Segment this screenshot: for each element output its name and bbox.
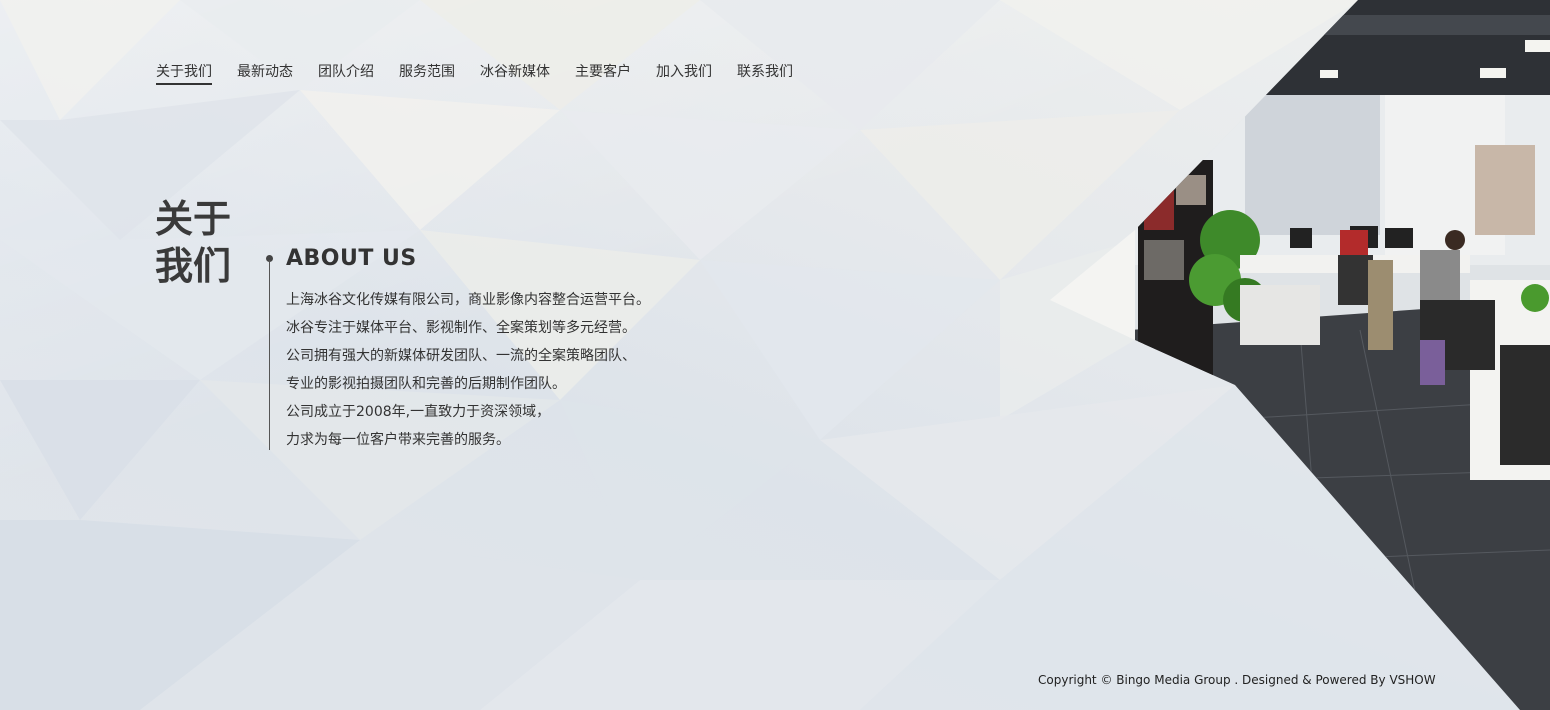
about-line: 公司拥有强大的新媒体研发团队、一流的全案策略团队、 — [286, 348, 636, 364]
page-title-line-1: 关于 — [155, 197, 232, 241]
about-line: 冰谷专注于媒体平台、影视制作、全案策划等多元经营。 — [286, 320, 636, 336]
nav-item-services[interactable]: 服务范围 — [399, 63, 455, 85]
nav-item-join[interactable]: 加入我们 — [656, 63, 712, 85]
about-description: 上海冰谷文化传媒有限公司，商业影像内容整合运营平台。 冰谷专注于媒体平台、影视制… — [286, 286, 650, 454]
main-nav: 关于我们 最新动态 团队介绍 服务范围 冰谷新媒体 主要客户 加入我们 联系我们 — [156, 63, 818, 85]
nav-item-contact[interactable]: 联系我们 — [737, 63, 793, 85]
page-title-line-2: 我们 — [155, 244, 232, 288]
nav-item-about[interactable]: 关于我们 — [156, 63, 212, 85]
footer-copyright: Copyright © Bingo Media Group . Designed… — [1038, 673, 1436, 687]
page-title: 关于 我们 — [155, 196, 255, 290]
about-line: 力求为每一位客户带来完善的服务。 — [286, 432, 510, 448]
about-line: 公司成立于2008年,一直致力于资深领域， — [286, 404, 551, 420]
nav-item-news[interactable]: 最新动态 — [237, 63, 293, 85]
section-subtitle: ABOUT US — [286, 246, 417, 271]
timeline-line — [269, 260, 270, 450]
about-line: 专业的影视拍摄团队和完善的后期制作团队。 — [286, 376, 566, 392]
about-line: 上海冰谷文化传媒有限公司，商业影像内容整合运营平台。 — [286, 292, 650, 308]
nav-item-clients[interactable]: 主要客户 — [575, 63, 631, 85]
nav-item-new-media[interactable]: 冰谷新媒体 — [480, 63, 550, 85]
nav-item-team[interactable]: 团队介绍 — [318, 63, 374, 85]
